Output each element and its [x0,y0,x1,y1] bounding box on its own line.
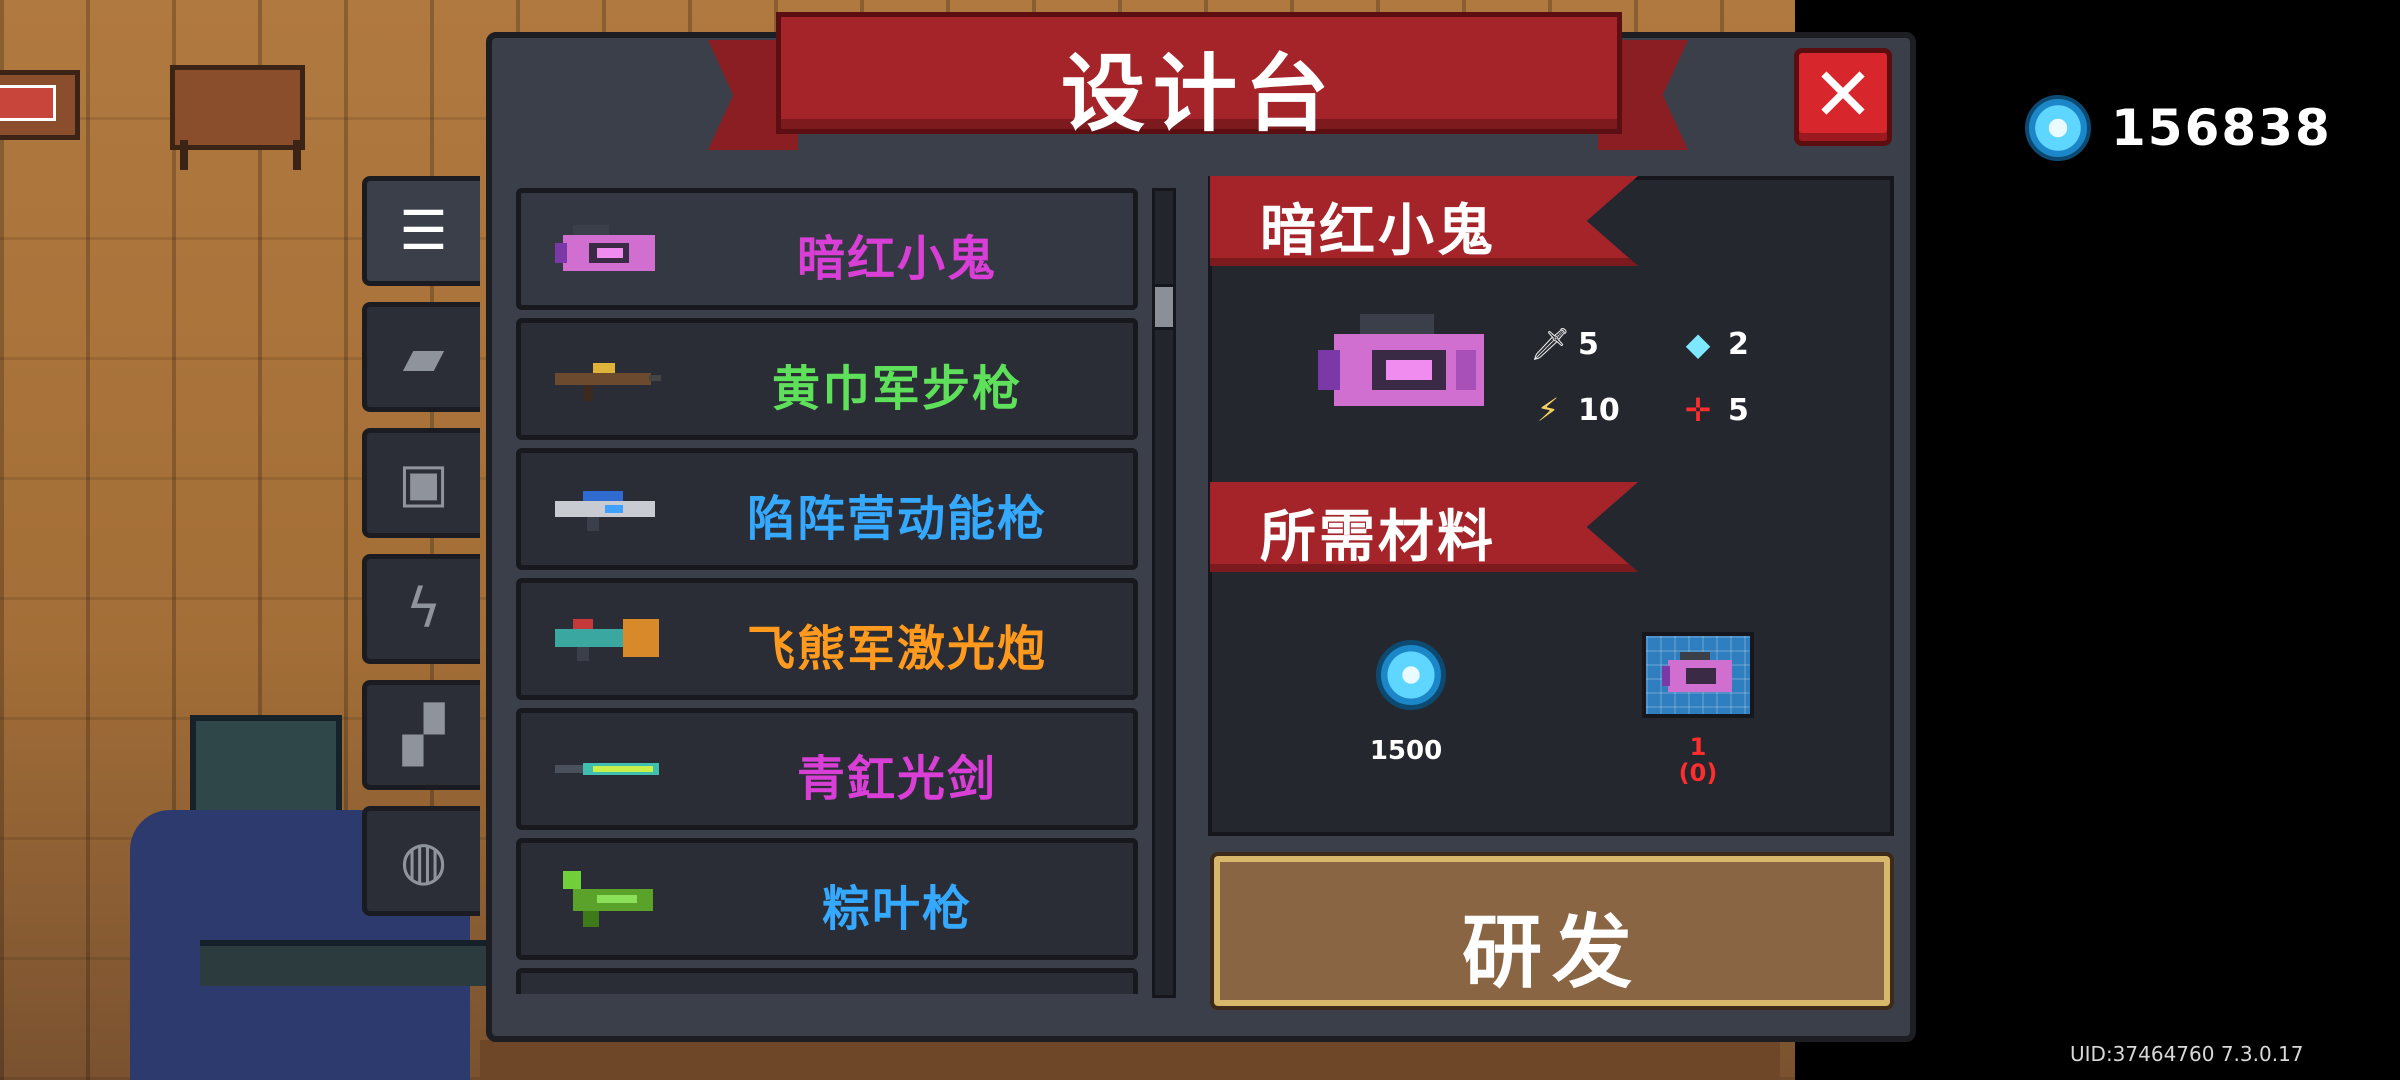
battery-icon [0,85,56,121]
list-item[interactable]: 粽叶枪 [516,838,1138,960]
gem-icon [2025,95,2091,161]
tab-weapons[interactable]: ▰ [362,302,480,412]
pet-icon: ▞ [402,703,445,766]
item-name: 粽叶枪 [821,881,972,937]
list-item[interactable] [516,968,1138,994]
tab-skills[interactable]: ϟ [362,554,480,664]
crit-value: 10 [1578,392,1620,428]
kinetic-gun-icon [555,491,655,531]
tab-armor[interactable]: ▣ [362,428,480,538]
energy-value: 2 [1728,326,1749,362]
page-title: 设计台 [1060,45,1337,143]
materials-title: 所需材料 [1260,505,1496,570]
weapon-preview-icon [1318,314,1484,406]
blueprint-owned: (0) [1678,759,1718,787]
camera-weapon-icon [555,225,655,271]
gun-icon: ▰ [402,325,445,388]
weapon-name: 暗红小鬼 [1260,199,1496,264]
title-banner: 设计台 [776,12,1622,143]
gem-counter: 156838 [2025,93,2332,163]
materials-ribbon: 所需材料 [1210,482,1638,572]
gem-cost: 1500 [1369,736,1443,766]
bench-legs [180,140,301,170]
item-name: 青釭光剑 [796,751,997,807]
close-button[interactable]: ✕ [1794,48,1892,146]
lightning-icon: ϟ [405,577,442,640]
tab-all[interactable]: ☰ [362,176,480,286]
leaf-gun-icon [563,871,653,927]
laser-cannon-icon [555,619,659,661]
list-item[interactable]: 飞熊军激光炮 [516,578,1138,700]
list-item[interactable]: 暗红小鬼 [516,188,1138,310]
item-name: 陷阵营动能枪 [746,491,1047,547]
list-item[interactable]: 陷阵营动能枪 [516,448,1138,570]
list-icon: ☰ [399,199,448,262]
item-name: 黄巾军步枪 [771,361,1022,417]
weapon-name-ribbon: 暗红小鬼 [1210,176,1638,266]
stat-energy: ◆ 2 [1680,322,1749,366]
blueprint-icon [1642,632,1754,718]
sword-icon: 🗡 [1530,325,1571,363]
camera-weapon-icon [1662,652,1732,692]
list-item[interactable]: 黄巾军步枪 [516,318,1138,440]
tab-pets[interactable]: ▞ [362,680,480,790]
list-item[interactable]: 青釭光剑 [516,708,1138,830]
item-name: 飞熊军激光炮 [746,621,1047,677]
energy-crystal-icon: ◆ [1685,325,1711,363]
scrollbar-thumb[interactable] [1152,284,1176,330]
stat-damage: 🗡 5 [1530,322,1599,366]
rifle-icon [555,363,661,401]
gem-icon [1376,640,1446,710]
crit-icon: ⚡ [1536,391,1560,429]
crosshair-icon: ✛ [1684,391,1712,429]
armor-icon: ▣ [397,451,450,514]
blueprint-needed: 1 [1689,733,1707,761]
tab-characters[interactable]: ◍ [362,806,480,916]
weapon-list[interactable]: 暗红小鬼 黄巾军步枪 陷阵营动能枪 飞熊军激光炮 青釭光剑 粽叶枪 [512,184,1144,994]
floor-edge [480,1040,1780,1080]
helmet-icon: ◍ [399,829,448,892]
gem-count: 156838 [2111,99,2332,157]
research-button[interactable]: 研发 [1214,856,1890,1006]
metal-rail [200,940,490,986]
damage-value: 5 [1578,326,1599,362]
stat-accuracy: ✛ 5 [1680,388,1749,432]
laser-sword-icon [555,763,659,775]
wooden-bench [170,65,305,150]
stat-crit: ⚡ 10 [1530,388,1620,432]
blueprint-count: 1 (0) [1650,734,1746,786]
research-label: 研发 [1462,906,1642,999]
accuracy-value: 5 [1728,392,1749,428]
item-name: 暗红小鬼 [796,231,997,287]
uid-version: UID:37464760 7.3.0.17 [2070,1042,2304,1066]
